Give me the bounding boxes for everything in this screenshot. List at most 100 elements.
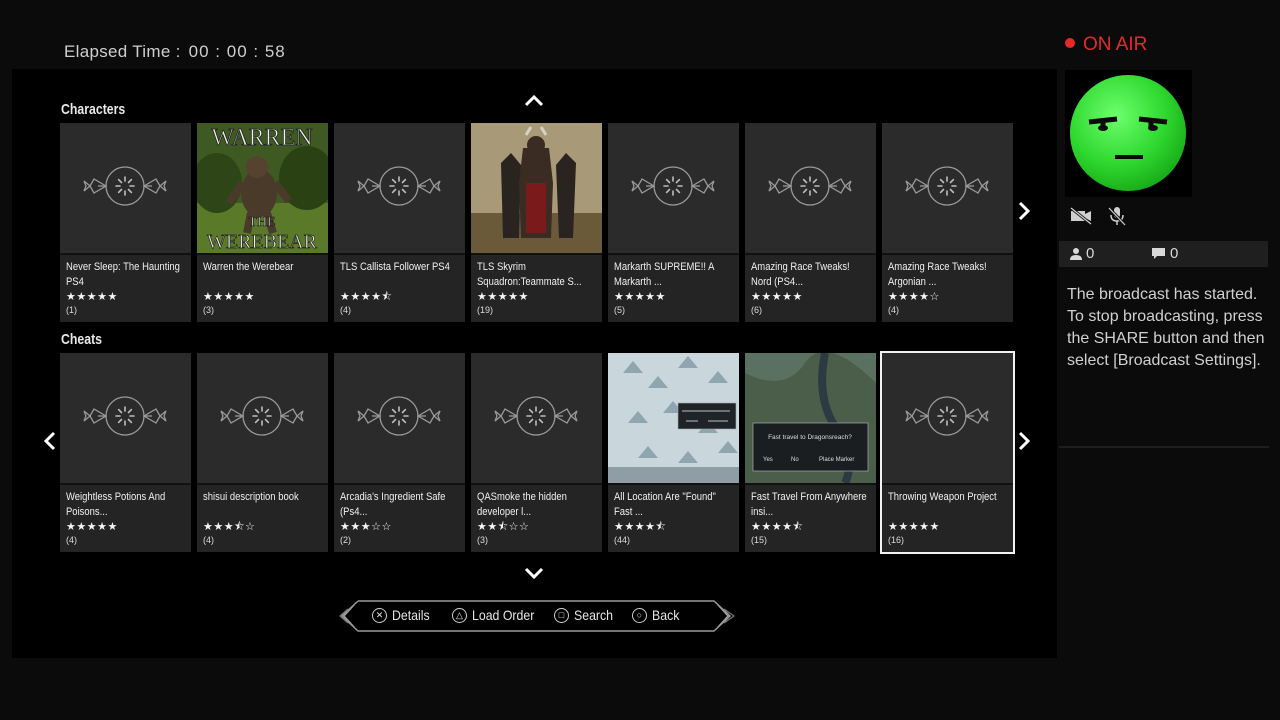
row-right-arrow-icon[interactable] — [1018, 431, 1031, 457]
mod-info: Fast Travel From Anywhere insi... ★★★★⯪ (1… — [745, 485, 876, 545]
mod-card[interactable]: Amazing Race Tweaks! Nord (PS4... ★★★★★ (6… — [745, 123, 876, 322]
rating-count: (4) — [203, 535, 214, 545]
loading-placeholder-icon — [768, 166, 852, 206]
star-rating: ★★★★⯪ — [614, 521, 667, 533]
broadcast-panel: ON AIR 0 0 The broadcast has started. To… — [1059, 0, 1280, 720]
mod-title: Markarth SUPREME!! A Markarth ... — [614, 261, 714, 288]
mod-card[interactable]: Amazing Race Tweaks! Argonian ... ★★★★☆ (4… — [882, 123, 1013, 322]
mod-title: Fast Travel From Anywhere insi... — [751, 491, 867, 518]
mod-title: QASmoke the hidden developer l... — [477, 491, 567, 518]
star-rating: ★★★★★ — [66, 521, 118, 533]
loading-placeholder-icon — [357, 166, 441, 206]
star-rating: ★★★★★ — [751, 291, 803, 303]
elapsed-label: Elapsed Time : — [64, 42, 181, 61]
load-order-button[interactable]: △ Load Order — [452, 607, 543, 623]
on-air-indicator: ON AIR — [1065, 34, 1147, 56]
travel-dialog-yes: Yes — [763, 457, 773, 463]
mod-card[interactable]: WARREN THE WEREBEAR Warren the Werebear ★★★★… — [197, 123, 328, 322]
mod-info: Never Sleep: The Haunting PS4 ★★★★★ (1) — [60, 255, 191, 315]
star-rating: ★★★☆☆ — [340, 521, 392, 533]
mod-info: Throwing Weapon Project ★★★★★ (16) — [882, 485, 1013, 545]
mod-card[interactable]: All Location Are "Found" Fast ... ★★★★⯪ (4… — [608, 353, 739, 552]
mod-card[interactable]: Never Sleep: The Haunting PS4 ★★★★★ (1) — [60, 123, 191, 322]
mod-info: Amazing Race Tweaks! Nord (PS4... ★★★★★ (6… — [745, 255, 876, 315]
star-rating: ★★★★★ — [614, 291, 666, 303]
mod-card[interactable]: Throwing Weapon Project ★★★★★ (16) — [880, 351, 1015, 554]
mod-title: shisui description book — [203, 491, 299, 503]
cross-button-icon: ✕ — [372, 607, 387, 623]
camera-off-icon[interactable] — [1069, 206, 1093, 226]
mod-thumbnail: WARREN THE WEREBEAR — [197, 123, 328, 255]
viewer-count: 0 — [1069, 245, 1094, 262]
mod-title: Amazing Race Tweaks! Nord (PS4... — [751, 261, 850, 288]
cheats-row: Weightless Potions And Poisons... ★★★★★ (4… — [60, 351, 1019, 554]
loading-placeholder-icon — [357, 396, 441, 436]
loading-placeholder-icon — [494, 396, 578, 436]
mod-thumbnail — [882, 123, 1013, 255]
travel-map-thumbnail: Fast travel to Dragonsreach? Yes No Place M… — [745, 353, 876, 483]
mod-info: Weightless Potions And Poisons... ★★★★★ (4… — [60, 485, 191, 545]
mod-info: Warren the Werebear ★★★★★ (3) — [197, 255, 328, 315]
rating-count: (6) — [751, 305, 762, 315]
back-button[interactable]: ○ Back — [632, 607, 683, 623]
mod-card[interactable]: TLS Callista Follower PS4 ★★★★⯪ (4) — [334, 123, 465, 322]
mod-thumbnail — [471, 123, 602, 255]
star-rating: ★★★★☆ — [888, 291, 940, 303]
mod-card[interactable]: Markarth SUPREME!! A Markarth ... ★★★★★ (5… — [608, 123, 739, 322]
travel-dialog-text: Fast travel to Dragonsreach? — [768, 434, 852, 441]
row-left-arrow-icon[interactable] — [43, 431, 56, 457]
rating-count: (3) — [203, 305, 214, 315]
rating-count: (15) — [751, 535, 768, 545]
rating-count: (4) — [340, 305, 351, 315]
search-button[interactable]: □ Search — [554, 607, 618, 623]
scroll-up-arrow-icon[interactable] — [524, 91, 544, 112]
scroll-down-arrow-icon[interactable] — [524, 561, 544, 587]
mod-card[interactable]: Fast travel to Dragonsreach? Yes No Place M… — [745, 353, 876, 552]
mod-thumbnail — [334, 353, 465, 485]
panel-divider — [1059, 446, 1269, 448]
triangle-button-icon: △ — [452, 607, 467, 623]
annoyed-face-icon — [1070, 75, 1186, 191]
mod-card[interactable]: Weightless Potions And Poisons... ★★★★★ (4… — [60, 353, 191, 552]
loading-placeholder-icon — [83, 166, 167, 206]
mod-title: Arcadia's Ingredient Safe (Ps4... — [340, 491, 446, 518]
mod-info: Amazing Race Tweaks! Argonian ... ★★★★☆ (4… — [882, 255, 1013, 315]
werebear-title-mid: THE — [248, 215, 275, 230]
square-button-icon: □ — [554, 607, 569, 623]
mod-card[interactable]: Arcadia's Ingredient Safe (Ps4... ★★★☆☆ (2… — [334, 353, 465, 552]
comment-count: 0 — [1151, 245, 1178, 262]
mod-info: TLS Skyrim Squadron:Teammate S... ★★★★★ (1… — [471, 255, 602, 315]
rating-count: (4) — [66, 535, 77, 545]
star-rating: ★★★★★ — [888, 521, 940, 533]
person-icon — [1070, 247, 1082, 260]
travel-dialog-no: No — [791, 457, 799, 463]
loading-placeholder-icon — [905, 396, 989, 436]
star-rating: ★★★⯪☆ — [203, 521, 256, 533]
mod-info: All Location Are "Found" Fast ... ★★★★⯪ (4… — [608, 485, 739, 545]
mod-title: Warren the Werebear — [203, 261, 294, 273]
star-rating: ★★★★★ — [66, 291, 118, 303]
elapsed-value: 00 : 00 : 58 — [188, 42, 286, 61]
details-button[interactable]: ✕ Details — [372, 607, 435, 623]
circle-button-icon: ○ — [632, 607, 647, 623]
loading-placeholder-icon — [631, 166, 715, 206]
mic-off-icon[interactable] — [1107, 205, 1127, 227]
mod-thumbnail — [334, 123, 465, 255]
live-dot-icon — [1065, 38, 1075, 48]
mod-card[interactable]: TLS Skyrim Squadron:Teammate S... ★★★★★ (1… — [471, 123, 602, 322]
squad-thumbnail — [471, 123, 602, 253]
travel-dialog-marker: Place Marker — [819, 457, 854, 463]
mod-info: Arcadia's Ingredient Safe (Ps4... ★★★☆☆ (2… — [334, 485, 465, 545]
loading-placeholder-icon — [83, 396, 167, 436]
mod-info: shisui description book ★★★⯪☆ (4) — [197, 485, 328, 545]
rating-count: (16) — [888, 535, 905, 545]
button-guide-bar: ✕ Details △ Load Order □ Search ○ Back — [336, 599, 736, 633]
mod-title: Never Sleep: The Haunting PS4 — [66, 261, 180, 288]
row-right-arrow-icon[interactable] — [1018, 201, 1031, 227]
mod-info: Markarth SUPREME!! A Markarth ... ★★★★★ (5… — [608, 255, 739, 315]
mod-title: Throwing Weapon Project — [888, 491, 997, 503]
snow-map-thumbnail — [608, 353, 739, 483]
characters-row: Never Sleep: The Haunting PS4 ★★★★★ (1) WAR… — [60, 123, 1019, 322]
mod-card[interactable]: QASmoke the hidden developer l... ★★⯪☆☆ (3… — [471, 353, 602, 552]
mod-card[interactable]: shisui description book ★★★⯪☆ (4) — [197, 353, 328, 552]
